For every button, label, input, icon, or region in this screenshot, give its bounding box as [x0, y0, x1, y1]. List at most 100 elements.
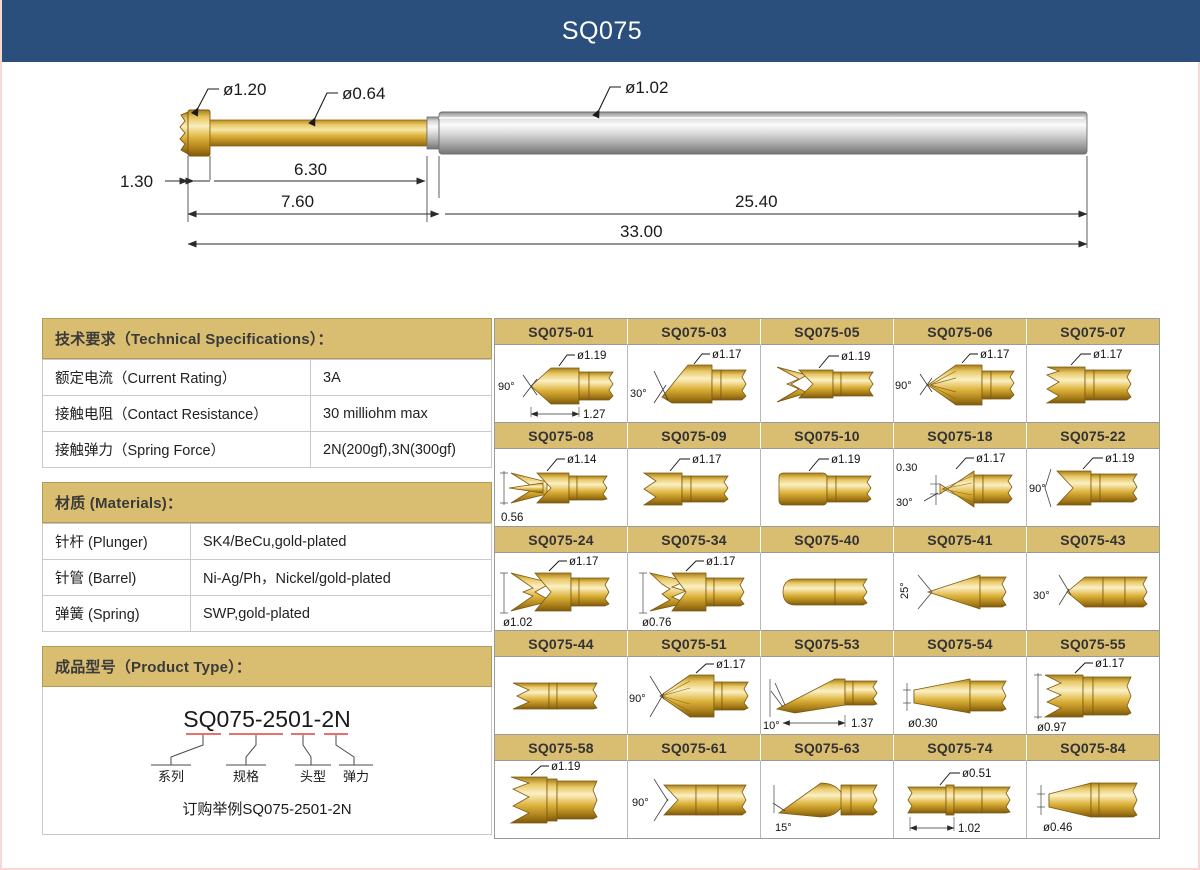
tip-code-sq075-74[interactable]: SQ075-74	[894, 734, 1027, 761]
tip-code-sq075-41[interactable]: SQ075-41	[894, 526, 1027, 553]
tip-code-sq075-53[interactable]: SQ075-53	[761, 630, 894, 657]
materials-block: 材质 (Materials)： 针杆 (Plunger) SK4/BeCu,go…	[42, 482, 492, 632]
plunger-shaft	[209, 119, 428, 147]
tip-code-sq075-24[interactable]: SQ075-24	[495, 526, 628, 553]
tip-drawing-sq075-07: ø1.17	[1027, 345, 1159, 422]
tip-drawing-sq075-10: ø1.19	[761, 449, 894, 526]
grid-content-row-4: 90° ø1.17 10° 1.37 ø0.30 ø0.97 ø1.17	[495, 657, 1159, 734]
tip-dim-width: 0.56	[501, 512, 523, 524]
page-title: SQ075	[561, 16, 643, 45]
tip-code-sq075-40[interactable]: SQ075-40	[761, 526, 894, 553]
tip-dim-angle: 90°	[632, 797, 649, 809]
technical-specifications-header: 技术要求（Technical Specifications）：	[42, 318, 492, 359]
tip-code-sq075-03[interactable]: SQ075-03	[628, 319, 761, 345]
tip-code-sq075-06[interactable]: SQ075-06	[894, 319, 1027, 345]
spec-key-contact-resistance: 接触电阻（Contact Resistance）	[42, 395, 311, 432]
datasheet-page: SQ075 ø1.20 ø0.64 ø1.02 1.30 6.30 7.60 2…	[0, 0, 1200, 870]
tip-code-sq075-22[interactable]: SQ075-22	[1027, 422, 1159, 449]
technical-specifications-table: 额定电流（Current Rating） 3A 接触电阻（Contact Res…	[42, 359, 492, 468]
tip-drawing-sq075-84: ø0.46	[1027, 761, 1159, 838]
tip-type-grid: SQ075-01 SQ075-03 SQ075-05 SQ075-06 SQ07…	[494, 318, 1160, 839]
tip-dim-angle: 90°	[498, 381, 515, 393]
tip-code-sq075-05[interactable]: SQ075-05	[761, 319, 894, 345]
tip-drawing-sq075-63: 15°	[761, 761, 894, 838]
tip-dim-dia: ø1.17	[712, 349, 741, 361]
tip-code-sq075-51[interactable]: SQ075-51	[628, 630, 761, 657]
grid-content-row-1: 90° ø1.19 1.27 30° ø1.17 ø1.19 90° ø1.17…	[495, 345, 1159, 422]
tip-code-sq075-43[interactable]: SQ075-43	[1027, 526, 1159, 553]
product-type-diagram: SQ075-2501-2N 系列 规格 头型 弹力 订购举例SQ075-2501…	[42, 687, 492, 835]
tip-dim-dia: ø1.17	[976, 453, 1005, 465]
tip-dim-len: 1.27	[583, 409, 605, 421]
tip-dim-span: ø1.02	[503, 617, 532, 629]
spec-value-contact-resistance: 30 milliohm max	[310, 395, 492, 432]
tip-dim-angle: 90°	[1029, 483, 1046, 495]
tip-code-sq075-61[interactable]: SQ075-61	[628, 734, 761, 761]
callout-barrel-dia: ø1.02	[592, 78, 668, 119]
tip-dim-dia: ø1.17	[1095, 658, 1124, 670]
tip-dim-span: ø0.97	[1037, 722, 1066, 734]
callout-label-2: ø1.02	[625, 78, 668, 97]
material-key-barrel: 针管 (Barrel)	[42, 559, 191, 596]
tip-code-sq075-55[interactable]: SQ075-55	[1027, 630, 1159, 657]
spec-key-current-rating: 额定电流（Current Rating）	[42, 359, 311, 396]
tip-code-sq075-08[interactable]: SQ075-08	[495, 422, 628, 449]
tip-drawing-sq075-01: 90° ø1.19 1.27	[495, 345, 628, 422]
tip-dim-dia: ø1.19	[1105, 453, 1134, 465]
tip-dim-span: ø0.76	[642, 617, 671, 629]
tip-dim-dia: ø0.30	[908, 718, 937, 730]
tip-dim-dia: ø1.19	[577, 350, 606, 362]
dim-label-0: 1.30	[120, 172, 153, 191]
tip-code-sq075-84[interactable]: SQ075-84	[1027, 734, 1159, 761]
title-banner: SQ075	[2, 0, 1200, 62]
tip-dim-dia: ø0.51	[962, 768, 991, 780]
tip-drawing-sq075-53: 10° 1.37	[761, 657, 894, 734]
grid-header-row-2: SQ075-08 SQ075-09 SQ075-10 SQ075-18 SQ07…	[495, 422, 1159, 449]
material-key-spring: 弹簧 (Spring)	[42, 595, 191, 632]
technical-specifications-block: 技术要求（Technical Specifications）： 额定电流（Cur…	[42, 318, 492, 468]
tip-code-sq075-34[interactable]: SQ075-34	[628, 526, 761, 553]
tip-code-sq075-09[interactable]: SQ075-09	[628, 422, 761, 449]
tip-code-sq075-10[interactable]: SQ075-10	[761, 422, 894, 449]
legend-tip-style: 头型	[300, 769, 326, 784]
dim-label-3: 25.40	[735, 192, 778, 211]
tip-dim-angle: 90°	[629, 693, 646, 705]
tip-dim-dia: ø1.14	[567, 454, 597, 466]
tip-code-sq075-01[interactable]: SQ075-01	[495, 319, 628, 345]
tip-dim-len: 1.02	[958, 823, 980, 835]
tip-code-sq075-58[interactable]: SQ075-58	[495, 734, 628, 761]
tip-drawing-sq075-43: 30°	[1027, 553, 1159, 630]
tip-code-sq075-63[interactable]: SQ075-63	[761, 734, 894, 761]
dim-label-2: 7.60	[281, 192, 314, 211]
dim-overall-length: 33.00	[187, 222, 1088, 248]
callout-label-0: ø1.20	[223, 80, 266, 99]
dim-barrel-length: 25.40	[445, 192, 1088, 218]
tip-drawing-sq075-05: ø1.19	[761, 345, 894, 422]
tip-code-sq075-54[interactable]: SQ075-54	[894, 630, 1027, 657]
grid-header-row-1: SQ075-01 SQ075-03 SQ075-05 SQ075-06 SQ07…	[495, 319, 1159, 345]
table-row: 针管 (Barrel) Ni-Ag/Ph，Nickel/gold-plated	[42, 559, 492, 596]
order-example: 订购举例SQ075-2501-2N	[182, 801, 351, 818]
tip-code-sq075-44[interactable]: SQ075-44	[495, 630, 628, 657]
callout-label-1: ø0.64	[342, 84, 385, 103]
tip-code-sq075-07[interactable]: SQ075-07	[1027, 319, 1159, 345]
tip-dim-len: 1.37	[851, 718, 873, 730]
callout-plunger-shaft-dia: ø0.64	[308, 84, 385, 127]
tip-dim-dia: ø1.19	[841, 351, 870, 363]
product-type-header: 成品型号（Product Type）：	[42, 646, 492, 687]
tip-drawing-sq075-55: ø0.97 ø1.17	[1027, 657, 1159, 734]
tip-drawing-sq075-03: 30° ø1.17	[628, 345, 761, 422]
spec-key-spring-force: 接触弹力（Spring Force）	[42, 431, 311, 468]
tip-drawing-sq075-34: ø0.76 ø1.17	[628, 553, 761, 630]
legend-spring-force: 弹力	[343, 769, 369, 784]
left-info-column: 技术要求（Technical Specifications）： 额定电流（Cur…	[42, 318, 492, 849]
tip-dim-dia: ø1.17	[1093, 349, 1122, 361]
plunger-head	[187, 109, 211, 157]
table-row: 弹簧 (Spring) SWP,gold-plated	[42, 595, 492, 632]
tip-drawing-sq075-09: ø1.17	[628, 449, 761, 526]
spec-value-current-rating: 3A	[310, 359, 492, 396]
tip-code-sq075-18[interactable]: SQ075-18	[894, 422, 1027, 449]
product-type-block: 成品型号（Product Type）： SQ075-2501-2N 系列 规格 …	[42, 646, 492, 835]
table-row: 针杆 (Plunger) SK4/BeCu,gold-plated	[42, 523, 492, 560]
grid-content-row-3: ø1.02 ø1.17 ø0.76 ø1.17 25° 30°	[495, 553, 1159, 630]
